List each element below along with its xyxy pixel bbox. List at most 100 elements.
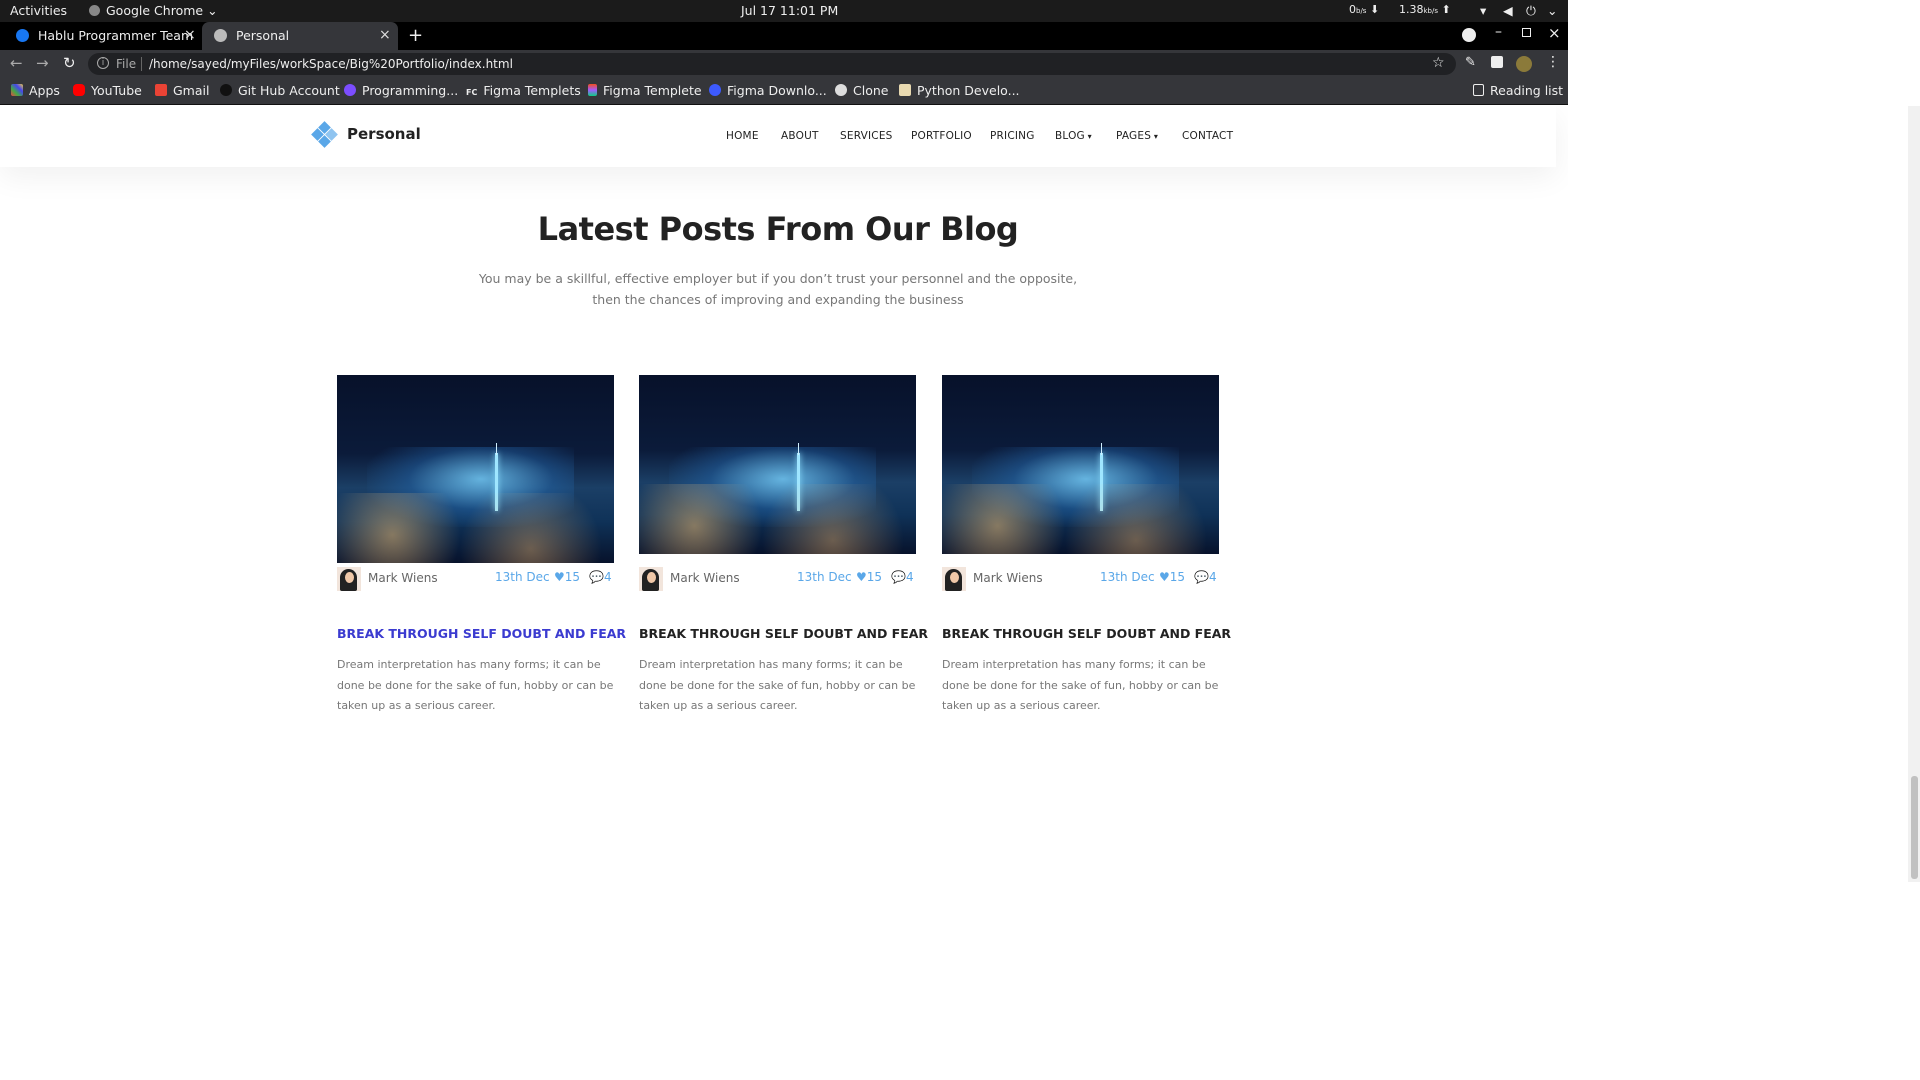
download-arrow-icon: ⬇ [1369,3,1380,16]
comments-count[interactable]: 💬4 [1194,570,1217,584]
comments-value: 4 [905,570,914,584]
post-title[interactable]: BREAK THROUGH SELF DOUBT AND FEAR [639,626,928,641]
net-up-unit: kb/s [1423,7,1439,15]
post-title[interactable]: BREAK THROUGH SELF DOUBT AND FEAR [337,626,626,641]
bookmark-apps[interactable]: Apps [11,83,60,98]
reading-list-button[interactable]: Reading list [1473,83,1563,98]
close-icon[interactable]: × [379,27,391,43]
menu-item-home[interactable]: HOME [726,130,759,142]
bookmark-label: Git Hub Account [238,83,340,98]
wifi-icon[interactable]: ▾ [1480,3,1486,18]
tab-search-icon[interactable] [1462,28,1476,42]
reading-list-icon [1473,84,1484,96]
tab-title: Personal [236,28,290,43]
menu-item-pricing[interactable]: PRICING [990,130,1035,142]
comments-value: 4 [603,570,612,584]
post-meta: Mark Wiens 13th Dec ♥15 💬4 [639,567,916,593]
more-menu-icon[interactable]: ⋮ [1546,54,1560,70]
close-window-icon[interactable]: × [1548,24,1561,42]
bookmark-label: Gmail [173,83,210,98]
python-icon [899,84,911,96]
post-meta: Mark Wiens 13th Dec ♥15 💬4 [337,567,614,593]
clock[interactable]: Jul 17 11:01 PM [741,3,838,18]
bookmark-gmail[interactable]: Gmail [155,83,209,98]
likes-value: 15 [564,570,581,584]
url-text[interactable]: /home/sayed/myFiles/workSpace/Big%20Port… [149,57,513,71]
page-scrollbar[interactable] [1908,106,1920,882]
likes-count[interactable]: ♥15 [554,570,580,584]
tab-personal[interactable]: Personal × [202,22,398,50]
activities-button[interactable]: Activities [10,3,67,18]
post-image[interactable] [639,375,916,554]
pen-extension-icon[interactable]: ✎ [1465,55,1476,70]
bookmark-figma-templete[interactable]: Figma Templete [588,83,702,98]
scheme-label: File [116,57,137,71]
bookmark-python[interactable]: Python Develo... [899,83,1020,98]
post-excerpt: Dream interpretation has many forms; it … [942,658,1219,712]
menu-item-pages[interactable]: PAGES ▾ [1116,130,1158,142]
likes-value: 15 [866,570,883,584]
bookmark-github[interactable]: Git Hub Account [220,83,340,98]
post-image[interactable] [337,375,614,563]
post-date[interactable]: 13th Dec [495,570,550,584]
bookmark-label: Clone [853,83,889,98]
comments-count[interactable]: 💬4 [589,570,612,584]
menu-item-about[interactable]: ABOUT [781,130,819,142]
browser-toolbar: ← → ↻ i File /home/sayed/myFiles/workSpa… [0,50,1568,78]
heart-icon: ♥ [1159,570,1170,584]
reading-list-label: Reading list [1490,83,1564,98]
github-icon [220,84,232,96]
profile-avatar[interactable] [1516,56,1532,72]
likes-count[interactable]: ♥15 [856,570,882,584]
bookmark-programming[interactable]: Programming... [344,83,458,98]
bookmarks-bar: Apps YouTube Gmail Git Hub Account Progr… [0,78,1568,105]
bookmark-figma-download[interactable]: Figma Downlo... [709,83,827,98]
post-date[interactable]: 13th Dec [1100,570,1155,584]
new-tab-icon[interactable]: + [408,25,423,46]
bookmark-clone[interactable]: Clone [835,83,888,98]
star-icon[interactable]: ☆ [1432,55,1445,71]
address-bar[interactable]: i File /home/sayed/myFiles/workSpace/Big… [88,53,1456,75]
scrollbar-thumb[interactable] [1911,776,1918,879]
post-date[interactable]: 13th Dec [797,570,852,584]
forward-icon[interactable]: → [36,54,49,72]
net-down-value: 0 [1349,3,1356,16]
bookmark-label: YouTube [91,83,142,98]
restore-icon[interactable] [1522,28,1531,37]
author-name[interactable]: Mark Wiens [368,571,438,585]
volume-icon[interactable]: ◀ [1503,3,1513,18]
bookmark-label: Apps [29,83,60,98]
brand-logo-icon[interactable] [311,121,338,148]
bookmark-figma-templets[interactable]: FC Figma Templets [466,83,581,98]
globe-icon [835,84,847,96]
back-icon[interactable]: ← [10,54,23,72]
post-title[interactable]: BREAK THROUGH SELF DOUBT AND FEAR [942,626,1231,641]
close-icon[interactable]: × [184,27,196,43]
menu-label: PAGES [1116,130,1152,142]
menu-item-blog[interactable]: BLOG ▾ [1055,130,1092,142]
comments-count[interactable]: 💬4 [891,570,914,584]
post-image[interactable] [942,375,1219,554]
author-name[interactable]: Mark Wiens [670,571,740,585]
site-header: Personal HOME ABOUT SERVICES PORTFOLIO P… [0,106,1556,167]
power-icon[interactable]: ⏻ [1526,3,1536,19]
menu-item-contact[interactable]: CONTACT [1182,130,1233,142]
bookmark-label: Figma Templete [603,83,702,98]
programming-icon [344,84,356,96]
post-excerpt: Dream interpretation has many forms; it … [337,658,614,712]
menu-item-services[interactable]: SERVICES [840,130,893,142]
likes-count[interactable]: ♥15 [1159,570,1185,584]
menu-item-portfolio[interactable]: PORTFOLIO [911,130,972,142]
chevron-down-icon[interactable]: ⌄ [1547,3,1557,18]
minimize-icon[interactable]: – [1495,24,1502,40]
puzzle-icon[interactable] [1491,56,1503,68]
brand-name[interactable]: Personal [347,125,421,143]
reload-icon[interactable]: ↻ [63,54,76,72]
tab-title: Hablu Programmer Team [38,28,194,43]
tab-hablu-programmer[interactable]: Hablu Programmer Team × [4,22,200,50]
info-icon[interactable]: i [97,57,109,69]
author-name[interactable]: Mark Wiens [973,571,1043,585]
app-menu[interactable]: Google Chrome ⌄ [89,3,218,18]
bookmark-youtube[interactable]: YouTube [73,83,142,98]
globe-icon [214,29,227,42]
